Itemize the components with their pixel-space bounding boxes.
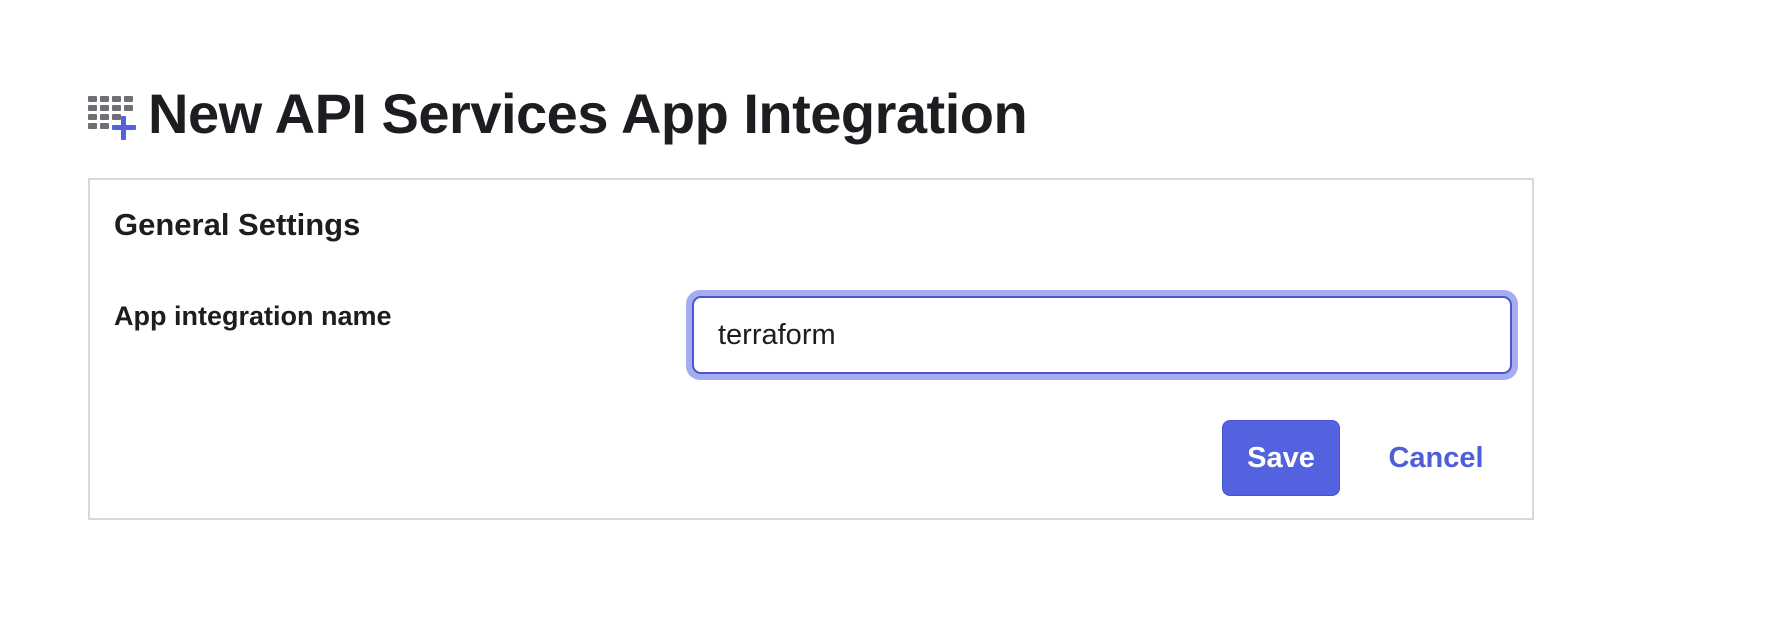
page-header: New API Services App Integration [88,78,1028,150]
section-heading: General Settings [114,207,361,242]
save-button[interactable]: Save [1222,420,1340,496]
page-title: New API Services App Integration [148,82,1028,145]
app-integration-name-label: App integration name [114,301,392,331]
app-integration-name-input[interactable] [692,296,1512,374]
app-grid-add-icon [88,96,136,140]
cancel-button[interactable]: Cancel [1380,420,1492,496]
general-settings-panel: General Settings App integration name Sa… [88,178,1534,520]
app-integration-name-focus-ring [686,290,1518,380]
